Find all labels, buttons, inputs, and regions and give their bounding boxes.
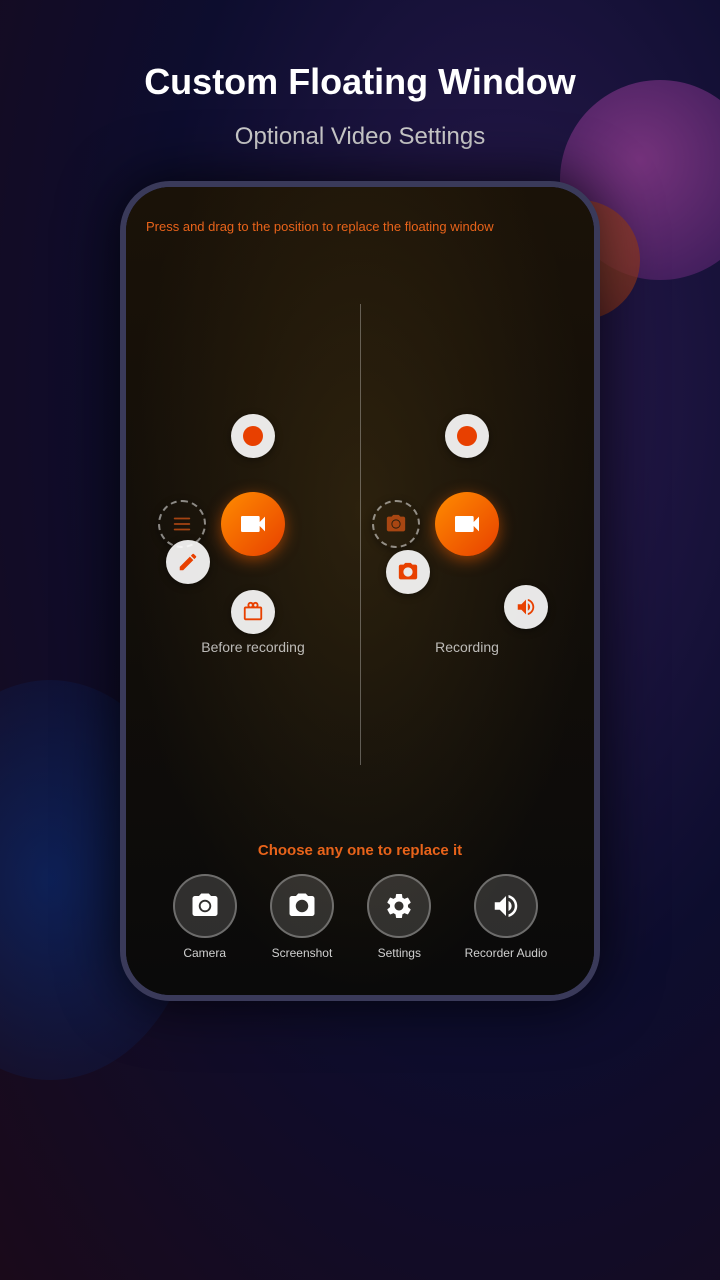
recording-camera-icon[interactable] bbox=[372, 500, 420, 548]
before-recording-label: Before recording bbox=[201, 639, 305, 655]
choose-camera-icon bbox=[190, 891, 220, 921]
choose-audio-icon bbox=[491, 891, 521, 921]
choose-settings-icon bbox=[384, 891, 414, 921]
photo-icon bbox=[397, 561, 419, 583]
before-recording-section: Before recording bbox=[158, 414, 348, 655]
toolbox-icon bbox=[242, 601, 264, 623]
floating-window-area: Before recording bbox=[146, 247, 574, 823]
choose-screenshot-icon bbox=[287, 891, 317, 921]
phone-screen: Press and drag to the position to replac… bbox=[126, 187, 594, 995]
page-content: Custom Floating Window Optional Video Se… bbox=[0, 0, 720, 1280]
phone-volume-up-button bbox=[120, 387, 123, 447]
before-recording-menu bbox=[158, 414, 348, 634]
camera-small-icon bbox=[385, 513, 407, 535]
choose-settings-label: Settings bbox=[378, 946, 421, 960]
choose-camera-item[interactable]: Camera bbox=[173, 874, 237, 960]
choose-section: Choose any one to replace it Camera bbox=[146, 822, 574, 975]
choose-screenshot-icon-circle[interactable] bbox=[270, 874, 334, 938]
recording-screenshot-button[interactable] bbox=[386, 550, 430, 594]
recording-section: Recording bbox=[372, 414, 562, 655]
phone-mockup: Press and drag to the position to replac… bbox=[120, 181, 600, 1001]
recording-center-button[interactable] bbox=[435, 492, 499, 556]
choose-items-container: Camera Screenshot bbox=[156, 874, 564, 960]
choose-screenshot-label: Screenshot bbox=[272, 946, 333, 960]
choose-text: Choose any one to replace it bbox=[156, 842, 564, 859]
video-camera-icon bbox=[237, 508, 269, 540]
choose-recorder-audio-icon-circle[interactable] bbox=[474, 874, 538, 938]
brush-icon bbox=[177, 551, 199, 573]
before-edit-button[interactable] bbox=[166, 540, 210, 584]
choose-recorder-audio-label: Recorder Audio bbox=[465, 946, 548, 960]
choose-camera-label: Camera bbox=[183, 946, 226, 960]
record-dot-icon-2 bbox=[457, 426, 477, 446]
choose-settings-icon-circle[interactable] bbox=[367, 874, 431, 938]
section-divider bbox=[360, 304, 361, 764]
choose-settings-item[interactable]: Settings bbox=[367, 874, 431, 960]
phone-content-area: Press and drag to the position to replac… bbox=[126, 187, 594, 995]
recording-audio-button[interactable] bbox=[504, 585, 548, 629]
volume-icon bbox=[515, 596, 537, 618]
phone-button-left-1 bbox=[120, 337, 123, 377]
phone-power-button bbox=[597, 367, 600, 427]
list-icon bbox=[171, 513, 193, 535]
before-tools-button[interactable] bbox=[231, 590, 275, 634]
instruction-text: Press and drag to the position to replac… bbox=[146, 217, 574, 237]
choose-recorder-audio-item[interactable]: Recorder Audio bbox=[465, 874, 548, 960]
phone-volume-down-button bbox=[120, 457, 123, 517]
video-camera-icon-2 bbox=[451, 508, 483, 540]
choose-screenshot-item[interactable]: Screenshot bbox=[270, 874, 334, 960]
page-title: Custom Floating Window bbox=[144, 60, 576, 103]
before-center-record-button[interactable] bbox=[221, 492, 285, 556]
record-dot-icon bbox=[243, 426, 263, 446]
recording-label: Recording bbox=[435, 639, 499, 655]
recording-record-button[interactable] bbox=[445, 414, 489, 458]
choose-camera-icon-circle[interactable] bbox=[173, 874, 237, 938]
page-subtitle: Optional Video Settings bbox=[235, 123, 485, 151]
recording-menu bbox=[372, 414, 562, 634]
before-record-button[interactable] bbox=[231, 414, 275, 458]
